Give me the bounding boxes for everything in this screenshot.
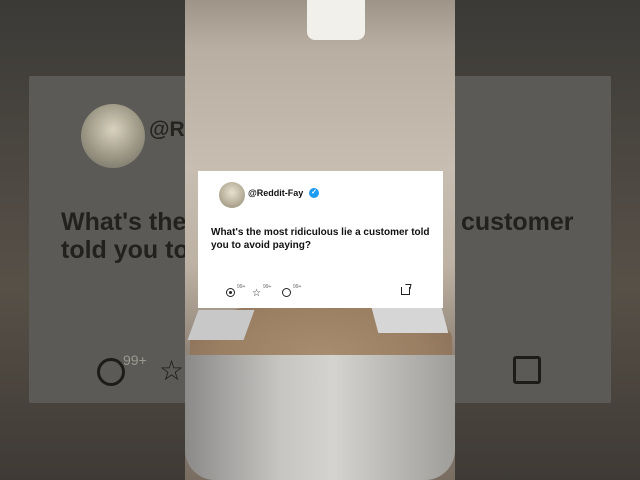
background-heart-icon <box>97 358 125 386</box>
post-handle[interactable]: @Reddit-Fay <box>248 188 303 198</box>
comment-button[interactable]: 99+ <box>282 284 301 300</box>
star-icon: ☆ <box>252 288 261 299</box>
share-button[interactable] <box>401 287 410 299</box>
pot-image <box>185 355 455 480</box>
post-question: What's the most ridiculous lie a custome… <box>211 227 430 251</box>
like-button[interactable]: 99+ <box>226 284 245 300</box>
foil-image <box>187 310 255 340</box>
comment-count: 99+ <box>293 284 302 290</box>
background-question-line: customer <box>461 208 574 236</box>
verified-badge-icon: ✓ <box>309 188 319 198</box>
like-count: 99+ <box>237 284 246 290</box>
background-question-line: told you to <box>61 236 189 264</box>
foil-image <box>371 308 449 333</box>
post-card: @Reddit-Fay ✓ What's the most ridiculous… <box>198 171 443 308</box>
bucket-image <box>307 0 365 40</box>
background-handle: @Re <box>149 118 185 141</box>
background-avatar <box>81 104 145 168</box>
background-share-icon <box>513 356 541 384</box>
comment-icon <box>282 288 291 297</box>
background-like-count: 99+ <box>123 352 147 368</box>
background-question-line: What's the <box>61 208 187 236</box>
star-count: 99+ <box>263 284 272 290</box>
share-icon <box>401 287 410 295</box>
avatar[interactable] <box>219 182 245 208</box>
background-star-icon: ☆ <box>159 355 185 386</box>
star-button[interactable]: ☆ 99+ <box>252 284 271 300</box>
heart-icon <box>226 288 235 297</box>
